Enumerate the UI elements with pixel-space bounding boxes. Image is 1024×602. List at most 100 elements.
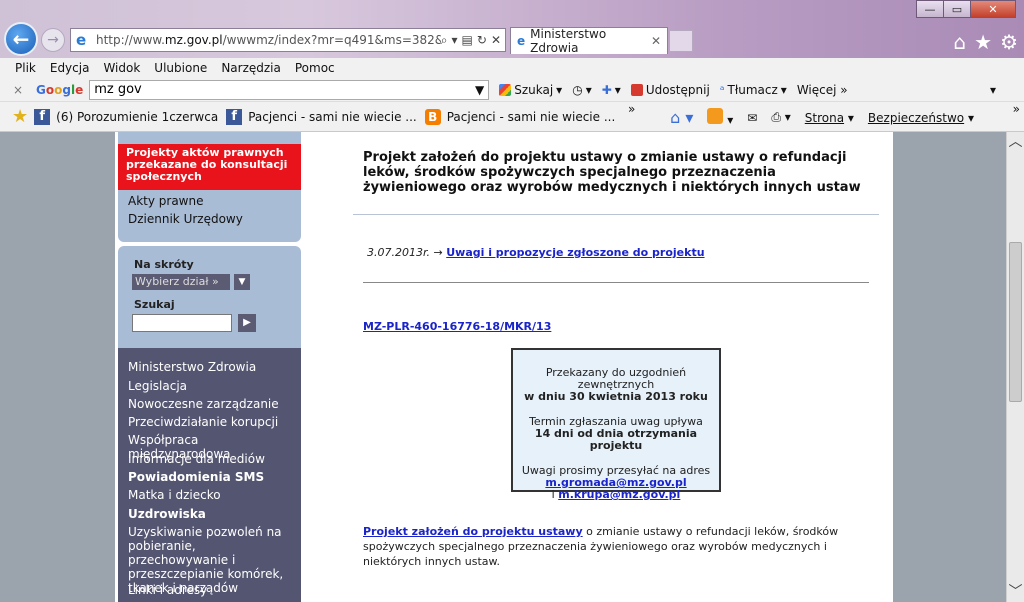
facebook-icon: f (34, 108, 51, 125)
divider (353, 214, 879, 215)
stop-icon[interactable]: ✕ (491, 33, 501, 48)
forward-button[interactable]: → (41, 28, 65, 52)
home-icon[interactable]: ⌂ (953, 30, 966, 54)
sidebar: Projekty aktów prawnych przekazane do ko… (115, 132, 305, 602)
search-go-button[interactable]: ▶ (238, 314, 256, 332)
menu-view[interactable]: Widok (103, 61, 140, 75)
add-favorites-star-icon[interactable]: ★ (12, 106, 28, 127)
close-window-button[interactable]: ✕ (970, 0, 1016, 18)
sidebar-item-media[interactable]: Informacje dla mediów (128, 452, 298, 466)
favorites-star-icon[interactable]: ★ (974, 30, 992, 54)
sidebar-search-input[interactable] (132, 314, 232, 332)
favorite-item-1[interactable]: f (6) Porozumienie 1czerwca (34, 108, 218, 125)
facebook-icon: f (226, 108, 243, 125)
divider (363, 282, 869, 283)
sidebar-item-dziennik[interactable]: Dziennik Urzędowy (128, 212, 243, 226)
share-icon (630, 83, 643, 96)
shortcuts-panel: Na skróty Wybierz dział » ▼ Szukaj ▶ (118, 246, 301, 348)
search-icon[interactable]: ⌕ (441, 33, 448, 48)
google-search-box[interactable]: ▼ (89, 79, 490, 100)
favorite-item-2[interactable]: f Pacjenci - sami nie wiecie ... (226, 108, 417, 125)
arrow-icon: → (433, 246, 443, 259)
section-select[interactable]: Wybierz dział » (132, 274, 230, 290)
google-search-input[interactable] (94, 82, 475, 97)
close-toolbar-icon[interactable]: × (0, 83, 36, 97)
print-button[interactable]: ⎙ ▾ (771, 110, 790, 125)
title-bar: — ▭ ✕ ← → e http://www.mz.gov.pl/wwwmz/i… (0, 0, 1024, 58)
sidebar-item-zarzadzanie[interactable]: Nowoczesne zarządzanie (128, 397, 298, 411)
scroll-up-icon[interactable]: ︿ (1007, 132, 1024, 152)
tab-ministerstwo-zdrowia[interactable]: e Ministerstwo Zdrowia ✕ (510, 27, 668, 55)
mail-icon[interactable]: ✉ (747, 111, 757, 125)
feeds-button[interactable]: ▾ (707, 108, 733, 127)
translate-button[interactable]: ᵃ Tłumacz ▾ (720, 83, 787, 97)
project-description: Projekt założeń do projektu ustawy o zmi… (363, 525, 839, 568)
address-bar[interactable]: e http://www.mz.gov.pl/wwwmz/index?mr=q4… (70, 28, 506, 52)
main-content: Projekt założeń do projektu ustawy o zmi… (353, 132, 879, 602)
compatibility-icon[interactable]: ▤ (462, 33, 473, 48)
sidebar-item-ministerstwo[interactable]: Ministerstwo Zdrowia (128, 360, 298, 374)
menu-tools[interactable]: Narzędzia (221, 61, 281, 75)
share-button[interactable]: Udostępnij (630, 83, 710, 97)
gear-icon[interactable]: ⚙ (1000, 30, 1018, 54)
scroll-thumb[interactable] (1009, 242, 1022, 402)
comments-link[interactable]: Uwagi i propozycje zgłoszone do projektu (446, 246, 704, 259)
google-search-button[interactable]: Szukaj ▾ (499, 83, 562, 97)
sidebar-item-projekty[interactable]: Projekty aktów prawnych przekazane do ko… (118, 144, 301, 190)
refresh-icon[interactable]: ↻ (477, 33, 487, 48)
menu-file[interactable]: Plik (15, 61, 36, 75)
tab-close-icon[interactable]: ✕ (651, 34, 661, 48)
back-arrow-icon: ← (12, 27, 30, 51)
date-text: 3.07.2013r. (367, 246, 430, 259)
tab-title: Ministerstwo Zdrowia (530, 27, 607, 55)
minimize-button[interactable]: — (916, 0, 944, 18)
page-viewport: Projekty aktów prawnych przekazane do ko… (0, 132, 1006, 602)
ie-tab-icon: e (517, 34, 526, 48)
sidebar-item-akty-prawne[interactable]: Akty prawne (128, 194, 204, 208)
blogger-icon: B (424, 108, 441, 125)
project-link[interactable]: Projekt założeń do projektu ustawy (363, 525, 583, 538)
maximize-button[interactable]: ▭ (943, 0, 971, 18)
plus-button[interactable]: ✚ ▾ (602, 83, 621, 97)
ie-page-icon: e (76, 31, 87, 49)
menu-bar: Plik Edycja Widok Ulubione Narzędzia Pom… (0, 58, 1024, 78)
reference-link[interactable]: MZ-PLR-460-16776-18/MKR/13 (363, 320, 551, 333)
menu-favorites[interactable]: Ulubione (154, 61, 207, 75)
menu-edit[interactable]: Edycja (50, 61, 90, 75)
sidebar-item-sms[interactable]: Powiadomienia SMS (128, 470, 298, 484)
translate-icon: ᵃ (719, 82, 725, 97)
search-dropdown-icon[interactable]: ▼ (475, 83, 484, 97)
new-tab-button[interactable] (669, 30, 693, 52)
command-overflow-icon[interactable]: » (1013, 102, 1020, 116)
plus-icon: ✚ (601, 82, 612, 97)
select-dropdown-icon[interactable]: ▼ (234, 274, 250, 290)
sidebar-item-legislacja[interactable]: Legislacja (128, 379, 298, 393)
security-menu[interactable]: Bezpieczeństwo ▾ (868, 111, 974, 125)
menu-help[interactable]: Pomoc (295, 61, 335, 75)
sidebar-top-panel: Projekty aktów prawnych przekazane do ko… (118, 132, 301, 242)
favorite-item-3[interactable]: B Pacjenci - sami nie wiecie ... (424, 108, 615, 125)
clock-button[interactable]: ◷ ▾ (572, 83, 592, 97)
page-title: Projekt założeń do projektu ustawy o zmi… (363, 150, 861, 195)
sidebar-item-uzdrowiska[interactable]: Uzdrowiska (128, 507, 298, 521)
page-menu[interactable]: Strona ▾ (805, 111, 854, 125)
vertical-scrollbar[interactable]: ︿ ﹀ (1006, 132, 1024, 602)
url-text[interactable]: http://www.mz.gov.pl/wwwmz/index?mr=q491… (96, 33, 441, 47)
date-line: 3.07.2013r. → Uwagi i propozycje zgłoszo… (367, 246, 705, 259)
google-toolbar: × Google ▼ Szukaj ▾ ◷ ▾ ✚ ▾ Udostępnij ᵃ… (0, 78, 1024, 102)
favorites-bar: ★ f (6) Porozumienie 1czerwca f Pacjenci -… (0, 102, 1024, 132)
window-controls: — ▭ ✕ (916, 0, 1016, 18)
toolbar-options-icon[interactable]: ▾ (990, 83, 996, 97)
sidebar-item-korupcja[interactable]: Przeciwdziałanie korupcji (128, 415, 298, 429)
sidebar-item-linki[interactable]: Linki i adresy (128, 583, 298, 597)
google-search-icon (499, 83, 512, 96)
home-button-icon[interactable]: ⌂ ▾ (670, 108, 693, 127)
email-link-krupa[interactable]: m.krupa@mz.gov.pl (558, 488, 680, 501)
sidebar-item-matka[interactable]: Matka i dziecko (128, 488, 298, 502)
scroll-down-icon[interactable]: ﹀ (1007, 582, 1024, 602)
more-button[interactable]: Więcej » (797, 83, 848, 97)
back-button[interactable]: ← (4, 22, 38, 56)
favorites-overflow-icon[interactable]: » (628, 102, 635, 116)
dropdown-icon[interactable]: ▾ (452, 33, 458, 48)
shortcuts-label: Na skróty (134, 258, 194, 271)
